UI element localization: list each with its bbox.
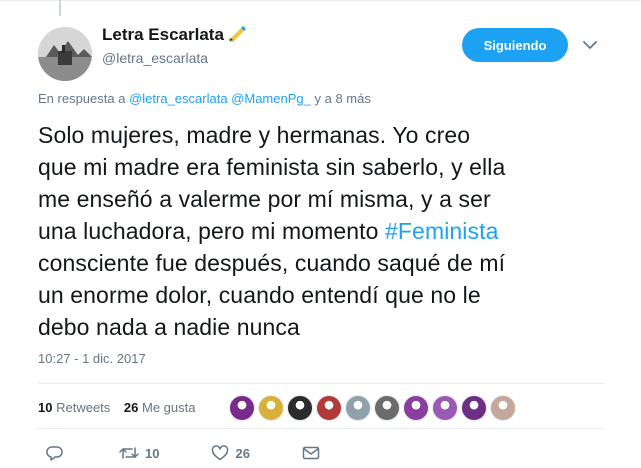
reply-context: En respuesta a @letra_escarlata @MamenPg… bbox=[38, 91, 371, 106]
direct-message-button[interactable] bbox=[302, 446, 320, 460]
retweet-icon bbox=[119, 445, 139, 461]
reply-suffix[interactable]: y a 8 más bbox=[314, 91, 370, 106]
mention-link[interactable]: @letra_escarlata bbox=[129, 91, 227, 106]
tweet-actions: 10 26 bbox=[38, 443, 320, 463]
envelope-icon bbox=[302, 446, 320, 460]
retweet-button[interactable]: 10 bbox=[119, 445, 159, 461]
retweets-count: 10 bbox=[38, 400, 53, 415]
chevron-down-icon[interactable] bbox=[581, 37, 599, 53]
tweet-timestamp[interactable]: 10:27 - 1 dic. 2017 bbox=[38, 351, 146, 366]
tweet-text-line: Solo mujeres, madre y hermanas. Yo creo bbox=[38, 119, 608, 151]
retweet-count: 10 bbox=[145, 445, 160, 461]
conversation-thread-line bbox=[59, 0, 61, 16]
liker-avatar-5[interactable] bbox=[345, 395, 371, 421]
tweet-text-line: que mi madre era feminista sin saberlo, … bbox=[38, 151, 608, 183]
reply-button[interactable] bbox=[46, 445, 64, 461]
liker-avatar-4[interactable] bbox=[316, 395, 342, 421]
tweet-text: Solo mujeres, madre y hermanas. Yo creo … bbox=[38, 119, 608, 343]
like-count: 26 bbox=[235, 445, 250, 461]
tweet-text-line: una luchadora, pero mi momento #Feminist… bbox=[38, 215, 608, 247]
likes-label: Me gusta bbox=[142, 400, 196, 415]
heart-icon bbox=[211, 445, 229, 461]
tweet-text-segment: debo nada a nadie nunca bbox=[38, 314, 300, 340]
liker-avatars bbox=[229, 395, 519, 421]
liker-avatar-3[interactable] bbox=[287, 395, 313, 421]
likes-count: 26 bbox=[123, 400, 139, 415]
tweet-text-segment: Solo mujeres, madre y hermanas. Yo creo bbox=[38, 122, 471, 148]
liker-avatar-6[interactable] bbox=[374, 395, 400, 421]
divider bbox=[38, 428, 604, 429]
retweets-label: Retweets bbox=[56, 400, 111, 415]
divider bbox=[38, 383, 604, 384]
liker-avatar-2[interactable] bbox=[258, 395, 284, 421]
reply-icon bbox=[46, 445, 64, 461]
tweet-text-line: consciente fue después, cuando saqué de … bbox=[38, 247, 608, 279]
like-button[interactable]: 26 bbox=[211, 445, 250, 461]
tweet-text-line: me enseñó a valerme por mí misma, y a se… bbox=[38, 183, 608, 215]
author-avatar[interactable] bbox=[38, 27, 92, 81]
following-button[interactable]: Siguiendo bbox=[462, 28, 568, 62]
writing-hand-icon bbox=[227, 24, 247, 47]
liker-avatar-8[interactable] bbox=[432, 395, 458, 421]
retweets-stat[interactable]: 10 Retweets bbox=[38, 400, 110, 415]
liker-avatar-7[interactable] bbox=[403, 395, 429, 421]
author-avatar-image bbox=[38, 27, 92, 81]
tweet-text-segment: una luchadora, pero mi momento bbox=[38, 218, 386, 244]
tweet-text-segment: me enseñó a valerme por mí misma, y a se… bbox=[38, 186, 491, 212]
likes-stat[interactable]: 26 Me gusta bbox=[124, 400, 196, 415]
tweet-text-segment: un enorme dolor, cuando entendí que no l… bbox=[38, 282, 481, 308]
hashtag-link[interactable]: #Feminista bbox=[385, 218, 498, 244]
liker-avatar-10[interactable] bbox=[490, 395, 516, 421]
liker-avatar-9[interactable] bbox=[461, 395, 487, 421]
tweet-text-segment: consciente fue después, cuando saqué de … bbox=[38, 250, 506, 276]
author-screen-name[interactable]: @letra_escarlata bbox=[102, 50, 208, 66]
author-display-name[interactable]: Letra Escarlata bbox=[102, 24, 247, 47]
top-divider bbox=[0, 0, 641, 1]
display-name-text: Letra Escarlata bbox=[102, 25, 224, 44]
reply-prefix: En respuesta a bbox=[38, 91, 126, 106]
liker-avatar-1[interactable] bbox=[229, 395, 255, 421]
mention-link[interactable]: @MamenPg_ bbox=[231, 91, 311, 106]
tweet-stats: 10 Retweets 26 Me gusta bbox=[38, 400, 206, 415]
tweet-text-segment: que mi madre era feminista sin saberlo, … bbox=[38, 154, 506, 180]
tweet-text-line: debo nada a nadie nunca bbox=[38, 311, 608, 343]
tweet-text-line: un enorme dolor, cuando entendí que no l… bbox=[38, 279, 608, 311]
